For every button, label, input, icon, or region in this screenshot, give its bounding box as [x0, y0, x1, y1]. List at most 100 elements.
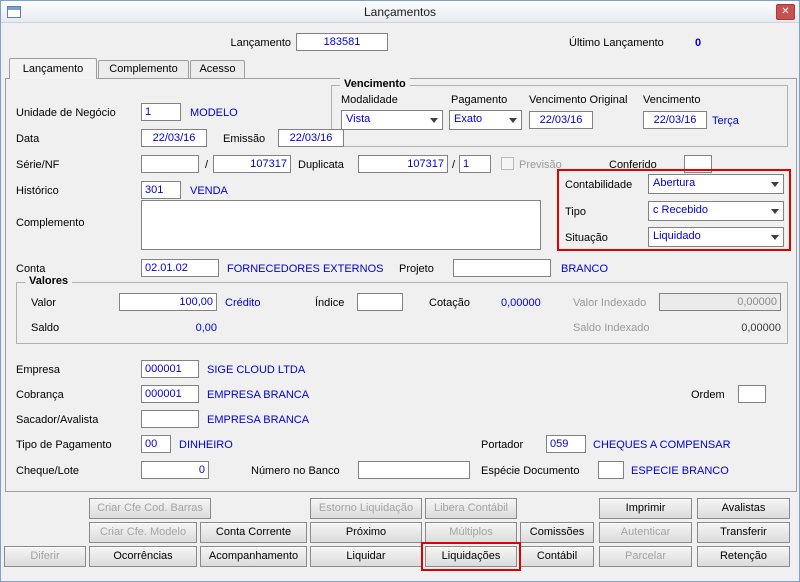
serie-nf-separator: /: [205, 159, 209, 171]
chevron-down-icon: [767, 176, 782, 192]
cheque-lote-input[interactable]: [141, 461, 209, 479]
saldo-indexado-value: 0,00000: [741, 322, 781, 334]
tab-lancamento[interactable]: Lançamento: [9, 58, 97, 79]
data-input[interactable]: [141, 129, 207, 147]
acompanhamento-button[interactable]: Acompanhamento: [200, 546, 307, 567]
vencimento-original-label: Vencimento Original: [529, 94, 628, 106]
tab-acesso[interactable]: Acesso: [190, 60, 245, 78]
historico-label: Histórico: [16, 185, 59, 197]
tab-complemento[interactable]: Complemento: [98, 60, 189, 78]
nf-number-input[interactable]: [213, 155, 291, 173]
avalistas-button[interactable]: Avalistas: [697, 498, 790, 519]
valores-groupbox: Valores: [16, 275, 788, 344]
lancamentos-window: Lançamentos ✕ Lançamento Último Lançamen…: [0, 0, 800, 582]
tipo-pagamento-input[interactable]: [141, 435, 171, 453]
transferir-button[interactable]: Transferir: [697, 522, 790, 543]
historico-input[interactable]: [141, 181, 181, 199]
duplicata-label: Duplicata: [298, 159, 344, 171]
indice-input[interactable]: [357, 293, 403, 311]
conferido-label: Conferido: [609, 159, 657, 171]
previsao-checkbox: [501, 157, 514, 170]
valor-input[interactable]: [119, 293, 217, 311]
valor-desc: Crédito: [225, 297, 261, 309]
multiplos-button: Múltiplos: [425, 522, 517, 543]
ultimo-lancamento-label: Último Lançamento: [569, 37, 664, 49]
sacador-avalista-input[interactable]: [141, 410, 199, 428]
diferir-button: Diferir: [4, 546, 86, 567]
indice-label: Índice: [315, 297, 345, 309]
ultimo-lancamento-value: 0: [694, 37, 702, 49]
especie-documento-input[interactable]: [598, 461, 624, 479]
especie-documento-label: Espécie Documento: [481, 465, 580, 477]
comissoes-button[interactable]: Comissões: [520, 522, 594, 543]
chevron-down-icon: [505, 112, 520, 128]
unidade-negocio-desc: MODELO: [190, 107, 238, 119]
cobranca-desc: EMPRESA BRANCA: [207, 389, 310, 401]
tipo-select[interactable]: c Recebido: [648, 201, 784, 221]
proximo-button[interactable]: Próximo: [310, 522, 422, 543]
complemento-textarea[interactable]: [141, 200, 541, 250]
contabilidade-label: Contabilidade: [565, 179, 633, 191]
valor-indexado-label: Valor Indexado: [573, 297, 647, 309]
contabilidade-select[interactable]: Abertura: [648, 174, 784, 194]
cotacao-label: Cotação: [429, 297, 470, 309]
unidade-negocio-input[interactable]: [141, 103, 181, 121]
previsao-label: Previsão: [519, 159, 562, 171]
empresa-desc: SIGE CLOUD LTDA: [207, 364, 306, 376]
modalidade-select[interactable]: Vista: [341, 110, 443, 130]
vencimento-input[interactable]: [643, 111, 707, 129]
lancamento-number-input[interactable]: [296, 33, 388, 51]
situacao-select[interactable]: Liquidado: [648, 227, 784, 247]
serie-nf-input[interactable]: [141, 155, 199, 173]
projeto-desc: BRANCO: [561, 263, 609, 275]
tipo-pagamento-desc: DINHEIRO: [179, 439, 233, 451]
close-button[interactable]: ✕: [776, 4, 795, 20]
libera-contabil-button: Libera Contábil: [425, 498, 517, 519]
liquidar-button[interactable]: Liquidar: [310, 546, 422, 567]
numero-banco-input[interactable]: [358, 461, 470, 479]
criar-cfe-cod-barras-button: Criar Cfe Cod. Barras: [89, 498, 211, 519]
modalidade-value: Vista: [346, 113, 371, 125]
imprimir-button[interactable]: Imprimir: [599, 498, 692, 519]
emissao-input[interactable]: [278, 129, 344, 147]
projeto-label: Projeto: [399, 263, 434, 275]
pagamento-label: Pagamento: [451, 94, 508, 106]
vencimento-original-input[interactable]: [529, 111, 593, 129]
lancamento-header-label: Lançamento: [230, 37, 291, 49]
tipo-pagamento-label: Tipo de Pagamento: [16, 439, 112, 451]
duplicata-input[interactable]: [358, 155, 448, 173]
tipo-value: c Recebido: [653, 204, 709, 216]
sacador-avalista-desc: EMPRESA BRANCA: [207, 414, 310, 426]
conta-input[interactable]: [141, 259, 219, 277]
chevron-down-icon: [767, 229, 782, 245]
title-bar: Lançamentos ✕: [1, 1, 799, 23]
conta-corrente-button[interactable]: Conta Corrente: [200, 522, 307, 543]
tipo-label: Tipo: [565, 206, 586, 218]
conferido-input[interactable]: [684, 155, 712, 173]
contabilidade-value: Abertura: [653, 177, 696, 189]
ordem-input[interactable]: [738, 385, 766, 403]
pagamento-select[interactable]: Exato: [449, 110, 522, 130]
duplicata-parcel-input[interactable]: [459, 155, 491, 173]
conta-desc: FORNECEDORES EXTERNOS: [227, 263, 384, 275]
data-label: Data: [16, 133, 40, 145]
criar-cfe-modelo-button: Criar Cfe. Modelo: [89, 522, 197, 543]
cotacao-value: 0,00000: [501, 297, 541, 309]
pagamento-value: Exato: [454, 113, 483, 125]
retencao-button[interactable]: Retenção: [697, 546, 790, 567]
empresa-label: Empresa: [16, 364, 61, 376]
empresa-input[interactable]: [141, 360, 199, 378]
valores-group-title: Valores: [25, 275, 73, 287]
emissao-label: Emissão: [223, 133, 266, 145]
ocorrencias-button[interactable]: Ocorrências: [89, 546, 197, 567]
ordem-label: Ordem: [691, 389, 725, 401]
cobranca-input[interactable]: [141, 385, 199, 403]
portador-input[interactable]: [546, 435, 586, 453]
liquidacoes-button[interactable]: Liquidações: [425, 546, 517, 567]
saldo-indexado-label: Saldo Indexado: [573, 322, 650, 334]
sacador-avalista-label: Sacador/Avalista: [16, 414, 99, 426]
projeto-input[interactable]: [453, 259, 551, 277]
modalidade-label: Modalidade: [341, 94, 398, 106]
contabil-button[interactable]: Contábil: [520, 546, 594, 567]
estorno-liquidacao-button: Estorno Liquidação: [310, 498, 422, 519]
